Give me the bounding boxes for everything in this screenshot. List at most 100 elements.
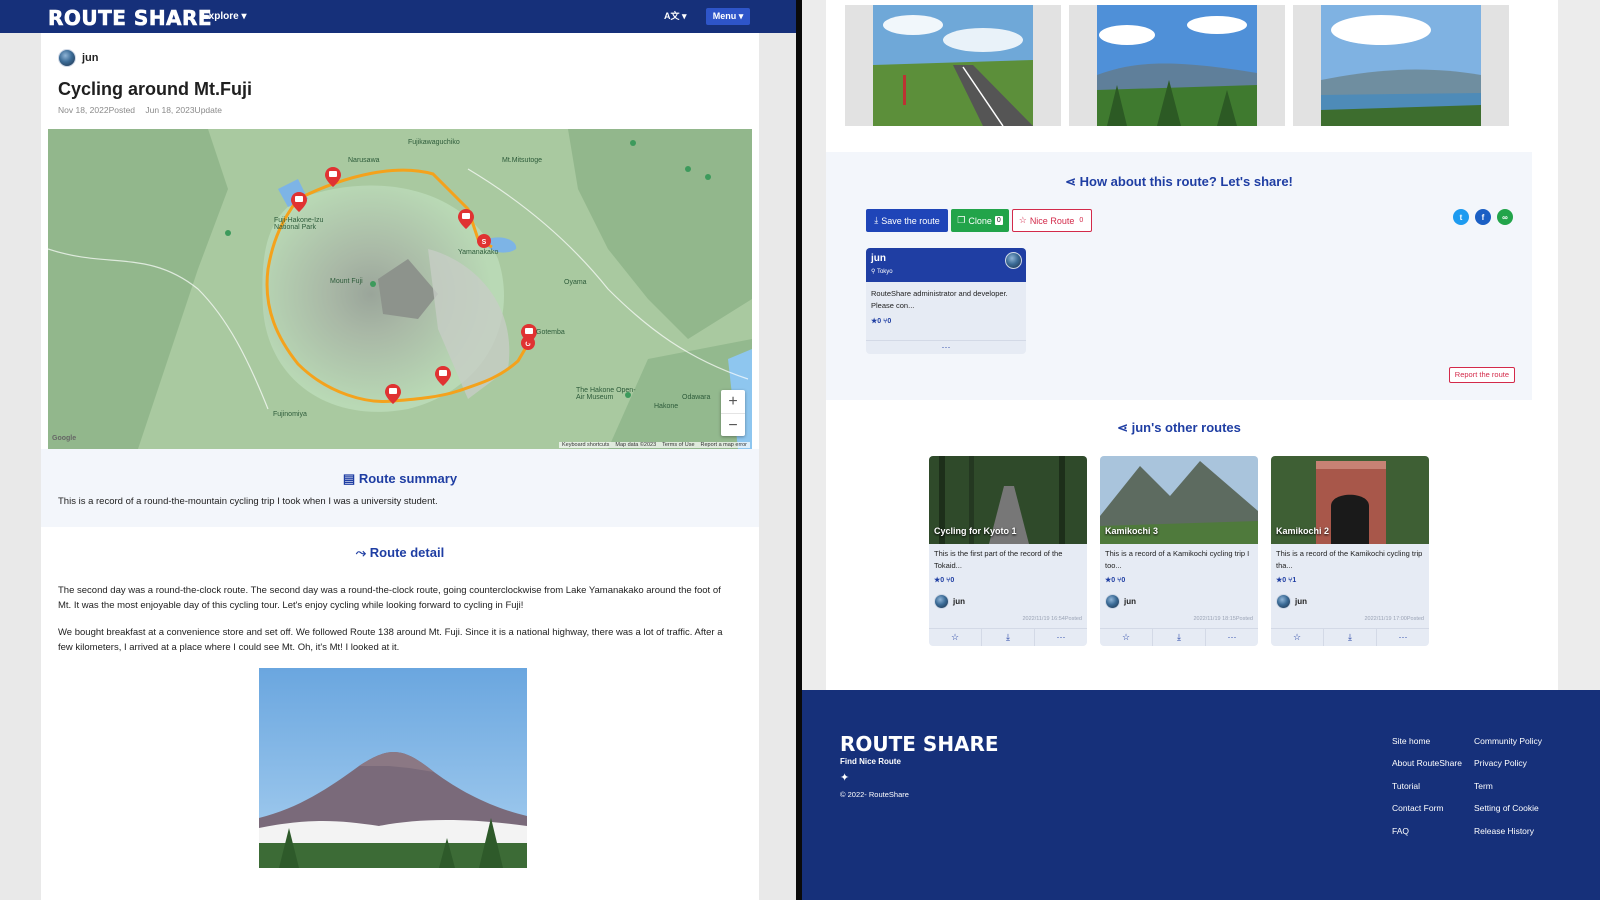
- other-routes-heading: ⋖ jun's other routes: [826, 420, 1532, 436]
- footer-link-tutorial[interactable]: Tutorial: [1392, 781, 1420, 791]
- right-pane: ⋖ How about this route? Let's share! ⤓ Sa…: [802, 0, 1600, 900]
- route-card-stats: ★0 ⑂0: [934, 577, 955, 584]
- route-summary-heading: ▤ Route summary: [41, 471, 759, 487]
- map-canvas: S G: [48, 129, 752, 449]
- route-summary-section: ▤ Route summary This is a record of a ro…: [41, 449, 759, 527]
- report-map-error-link[interactable]: Report a map error: [701, 442, 747, 448]
- route-card-username: jun: [1295, 597, 1307, 606]
- footer-link-privacy-policy[interactable]: Privacy Policy: [1474, 758, 1527, 768]
- star-count: 0: [940, 577, 945, 584]
- twitter-share-icon[interactable]: t: [1453, 209, 1469, 225]
- route-icon: ⤳: [355, 545, 370, 560]
- more-icon[interactable]: ···: [1377, 629, 1429, 646]
- route-card-title[interactable]: Kamikochi 3: [1105, 526, 1158, 536]
- fork-count: 1: [1292, 577, 1297, 584]
- more-icon[interactable]: ···: [1206, 629, 1258, 646]
- footer-link-term[interactable]: Term: [1474, 781, 1493, 791]
- share-heading-text: How about this route? Let's share!: [1079, 174, 1293, 189]
- fork-count: 0: [887, 318, 892, 325]
- google-logo: Google: [52, 435, 77, 442]
- menu-button[interactable]: Menu ▾: [706, 8, 750, 25]
- map-marker-start[interactable]: S: [477, 234, 491, 248]
- route-card-username: jun: [1124, 597, 1136, 606]
- route-card-actions: ☆ ⤓ ···: [1271, 628, 1429, 646]
- nice-route-button[interactable]: ☆ Nice Route 0: [1012, 209, 1092, 232]
- footer-link-about[interactable]: About RouteShare: [1392, 758, 1462, 768]
- mt-fuji-photo[interactable]: [259, 668, 527, 868]
- star-icon[interactable]: ☆: [1271, 629, 1324, 646]
- footer-link-cookie[interactable]: Setting of Cookie: [1474, 803, 1539, 813]
- map-label-mitsutoge: Mt.Mitsutoge: [502, 157, 543, 164]
- author-card-header: jun ⚲ Tokyo: [866, 248, 1026, 282]
- clone-count: 0: [994, 216, 1003, 225]
- route-card-user[interactable]: jun: [1276, 594, 1307, 609]
- footer-link-release-history[interactable]: Release History: [1474, 826, 1534, 836]
- route-summary-title: Route summary: [358, 471, 458, 486]
- report-route-button[interactable]: Report the route: [1448, 367, 1515, 383]
- zoom-out-button[interactable]: −: [721, 413, 745, 436]
- nice-count: 0: [1079, 217, 1084, 224]
- author-card[interactable]: jun ⚲ Tokyo RouteShare administrator and…: [866, 248, 1026, 354]
- save-route-label: Save the route: [881, 215, 940, 226]
- footer-link-site-home[interactable]: Site home: [1392, 736, 1430, 746]
- star-icon[interactable]: ☆: [929, 629, 982, 646]
- clone-button[interactable]: ❐ Clone 0: [951, 209, 1009, 232]
- posted-date: Nov 18, 2022Posted: [58, 105, 136, 115]
- route-photo[interactable]: [1069, 5, 1285, 126]
- route-map[interactable]: S G Fuji-Hakone-Izu National Park Mount …: [48, 129, 752, 449]
- star-count: 0: [1111, 577, 1116, 584]
- route-card-title[interactable]: Cycling for Kyoto 1: [934, 526, 1017, 536]
- star-icon[interactable]: ☆: [1100, 629, 1153, 646]
- author-name[interactable]: jun: [82, 52, 99, 64]
- author-row[interactable]: jun: [58, 49, 99, 67]
- avatar: [1105, 594, 1120, 609]
- map-label-fuji: Mount Fuji: [330, 278, 363, 285]
- route-card[interactable]: Cycling for Kyoto 1 This is the first pa…: [929, 456, 1087, 646]
- map-label-odawara: Odawara: [682, 394, 711, 401]
- author-card-stats: ★0 ⑂0: [871, 318, 892, 325]
- route-card[interactable]: Kamikochi 3 This is a record of a Kamiko…: [1100, 456, 1258, 646]
- download-icon[interactable]: ⤓: [982, 629, 1035, 646]
- route-card-user[interactable]: jun: [934, 594, 965, 609]
- route-detail-title: Route detail: [369, 545, 445, 560]
- site-logo[interactable]: ROUTE SHARE: [48, 6, 212, 31]
- footer-link-community-policy[interactable]: Community Policy: [1474, 736, 1542, 746]
- facebook-share-icon[interactable]: f: [1475, 209, 1491, 225]
- language-switcher[interactable]: A文 ▾: [664, 9, 688, 23]
- download-icon[interactable]: ⤓: [1153, 629, 1206, 646]
- footer-logo[interactable]: ROUTE SHARE: [840, 732, 999, 756]
- route-card-title[interactable]: Kamikochi 2: [1276, 526, 1329, 536]
- post-dates: Nov 18, 2022Posted Jun 18, 2023Update: [58, 105, 230, 115]
- route-card-date: 2022/11/19 17:00Posted: [1364, 616, 1424, 622]
- download-icon[interactable]: ⤓: [1324, 629, 1377, 646]
- share-icon: ⋖: [1117, 420, 1132, 435]
- more-icon[interactable]: ···: [1035, 629, 1087, 646]
- route-card[interactable]: Kamikochi 2 This is a record of the Kami…: [1271, 456, 1429, 646]
- author-card-bio: RouteShare administrator and developer. …: [871, 289, 1008, 310]
- route-card-stats: ★0 ⑂1: [1276, 577, 1297, 584]
- route-photo[interactable]: [845, 5, 1061, 126]
- author-card-more-button[interactable]: ···: [866, 340, 1026, 354]
- keyboard-shortcuts-link[interactable]: Keyboard shortcuts: [562, 442, 609, 448]
- zoom-in-button[interactable]: +: [721, 390, 745, 413]
- terms-link[interactable]: Terms of Use: [662, 442, 694, 448]
- map-attribution: Keyboard shortcuts Map data ©2023 Terms …: [558, 442, 750, 448]
- footer-link-contact[interactable]: Contact Form: [1392, 803, 1444, 813]
- page-title: Cycling around Mt.Fuji: [58, 79, 252, 99]
- twitter-icon[interactable]: ✦: [840, 771, 849, 784]
- link-share-icon[interactable]: ∞: [1497, 209, 1513, 225]
- star-count: 0: [1282, 577, 1287, 584]
- map-label-narusawa: Narusawa: [348, 157, 380, 164]
- author-card-name[interactable]: jun: [871, 253, 886, 264]
- share-heading: ⋖ How about this route? Let's share!: [826, 174, 1532, 190]
- other-routes-heading-text: jun's other routes: [1131, 420, 1241, 435]
- route-card-user[interactable]: jun: [1105, 594, 1136, 609]
- author-card-location: ⚲ Tokyo: [871, 269, 893, 275]
- route-card-date: 2022/11/19 18:15Posted: [1193, 616, 1253, 622]
- explore-menu[interactable]: Explore ▾: [202, 11, 246, 22]
- footer-link-faq[interactable]: FAQ: [1392, 826, 1409, 836]
- route-photo[interactable]: [1293, 5, 1509, 126]
- svg-text:S: S: [482, 239, 487, 246]
- route-card-desc: This is a record of the Kamikochi cyclin…: [1276, 549, 1423, 570]
- save-route-button[interactable]: ⤓ Save the route: [866, 209, 948, 232]
